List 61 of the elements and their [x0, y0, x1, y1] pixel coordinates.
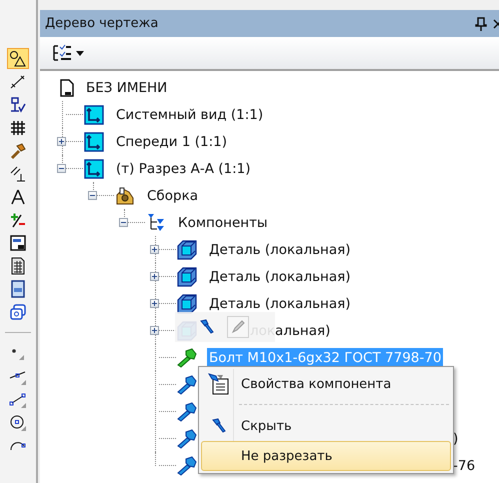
tree-item[interactable]: Системный вид (1:1): [114, 104, 266, 124]
arc-icon: [10, 440, 26, 451]
components-icon: [146, 212, 166, 232]
tree-item[interactable]: (т) Разрез А-А (1:1): [114, 158, 253, 178]
collapse-toggle[interactable]: [57, 164, 66, 173]
tolerance-icon: [9, 164, 27, 182]
expand-toggle[interactable]: [150, 272, 159, 281]
assembly-icon: [115, 186, 135, 206]
tree-item[interactable]: -76: [451, 456, 478, 476]
tool-button[interactable]: [7, 48, 29, 69]
tree-item[interactable]: Компоненты: [176, 212, 270, 232]
segment-icon: [9, 390, 27, 408]
view-icon: [84, 158, 104, 178]
collapse-toggle[interactable]: [119, 218, 128, 227]
pin-icon[interactable]: [475, 16, 487, 30]
sheet-icon: [9, 280, 27, 298]
tree-item[interactable]: Сборка: [145, 186, 200, 206]
expand-toggle[interactable]: [150, 245, 159, 254]
expand-toggle[interactable]: [150, 326, 159, 335]
bolt-icon: [177, 456, 197, 476]
views-icon: [9, 302, 27, 320]
table-icon: [9, 256, 27, 274]
tree-item[interactable]: Спереди 1 (1:1): [114, 132, 229, 152]
shapes-icon: [9, 50, 27, 68]
dimension-icon: [9, 72, 27, 90]
tree-item[interactable]: Деталь (локальная): [207, 240, 353, 260]
part-icon: [177, 294, 197, 314]
bolt-icon: [177, 374, 197, 394]
tree-item[interactable]: Деталь (локальная): [207, 266, 353, 286]
menu-item[interactable]: Свойства компонента: [201, 369, 451, 399]
bolt-icon: [177, 348, 197, 368]
hammer-icon: [9, 142, 27, 160]
panel-title: Дерево чертежа: [45, 16, 160, 31]
hatch-icon: [9, 118, 27, 136]
plus-minus-icon: [9, 210, 27, 228]
menu-item[interactable]: Не разрезать: [201, 441, 451, 471]
point-icon: [12, 348, 24, 360]
circle-icon: [9, 414, 27, 432]
view-icon: [84, 104, 104, 124]
expand-toggle[interactable]: [150, 299, 159, 308]
pencil-icon: [230, 319, 246, 335]
bolt-icon: [210, 418, 226, 434]
collapse-toggle[interactable]: [88, 191, 97, 200]
list-icon: [52, 44, 72, 62]
roughness-icon: [9, 96, 27, 114]
part-icon: [177, 240, 197, 260]
caret-icon: [76, 50, 84, 56]
properties-icon: [208, 373, 230, 395]
bolt-icon: [177, 428, 197, 448]
menu-item[interactable]: Скрыть: [201, 411, 451, 441]
tree-item[interactable]: ): [451, 428, 460, 448]
edit-button[interactable]: [227, 316, 249, 338]
tree-item[interactable]: БЕЗ ИМЕНИ: [84, 78, 170, 98]
bolt-icon: [199, 319, 215, 335]
frame-icon: [9, 234, 27, 252]
compass-icon: [9, 188, 27, 206]
bolt-icon: [177, 402, 197, 422]
part-icon: [177, 266, 197, 286]
expand-toggle[interactable]: [57, 137, 66, 146]
tree-item[interactable]: Деталь (локальная): [207, 294, 353, 314]
view-icon: [84, 132, 104, 152]
